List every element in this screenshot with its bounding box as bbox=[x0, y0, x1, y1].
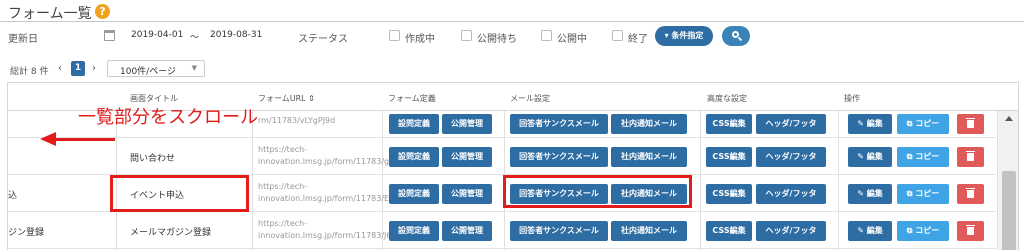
edit-button[interactable]: ✎ 編集 bbox=[848, 114, 892, 134]
internal-mail-button[interactable]: 社内通知メール bbox=[611, 147, 687, 167]
page-title: フォーム一覧 bbox=[8, 6, 92, 22]
publish-button[interactable]: 公開管理 bbox=[442, 147, 492, 167]
thanks-mail-button[interactable]: 回答者サンクスメール bbox=[510, 147, 608, 167]
status-checkbox-published[interactable] bbox=[541, 30, 552, 41]
css-button[interactable]: CSS編集 bbox=[706, 221, 752, 241]
status-label-published: 公開中 bbox=[557, 34, 587, 45]
delete-button[interactable] bbox=[957, 147, 984, 167]
css-button[interactable]: CSS編集 bbox=[706, 147, 752, 167]
status-checkbox-draft[interactable] bbox=[389, 30, 400, 41]
definition-button[interactable]: 設問定義 bbox=[389, 184, 439, 204]
copy-button[interactable]: ⧉ コピー bbox=[897, 147, 949, 167]
current-page[interactable]: 1 bbox=[71, 61, 85, 76]
copy-button[interactable]: ⧉ コピー bbox=[897, 114, 949, 134]
publish-button[interactable]: 公開管理 bbox=[442, 114, 492, 134]
publish-button[interactable]: 公開管理 bbox=[442, 221, 492, 241]
form-url[interactable]: https://tech-innovation.lmsg.jp/form/117… bbox=[258, 218, 424, 242]
trash-icon bbox=[967, 120, 974, 128]
form-title: 問い合わせ bbox=[130, 154, 176, 164]
definition-button[interactable]: 設問定義 bbox=[389, 114, 439, 134]
header-mail: メール設定 bbox=[510, 94, 550, 103]
header-footer-button[interactable]: ヘッダ/フッタ bbox=[756, 114, 826, 134]
pager: 総計 8 件 ‹ 1 › 100件/ページ ▼ bbox=[0, 58, 1024, 80]
status-label-ended: 終了 bbox=[628, 34, 648, 45]
header-definition: フォーム定義 bbox=[388, 94, 436, 103]
page-header: フォーム一覧 ? bbox=[0, 0, 1024, 22]
definition-button[interactable]: 設問定義 bbox=[389, 221, 439, 241]
internal-mail-button[interactable]: 社内通知メール bbox=[611, 221, 687, 241]
form-url[interactable]: rm/11783/vLYgPJ9d bbox=[258, 115, 382, 127]
date-from-input[interactable]: 2019-04-01 bbox=[131, 30, 183, 40]
css-button[interactable]: CSS編集 bbox=[706, 184, 752, 204]
edit-button[interactable]: ✎ 編集 bbox=[848, 221, 892, 241]
thanks-mail-button[interactable]: 回答者サンクスメール bbox=[510, 114, 608, 134]
status-checkbox-ended[interactable] bbox=[612, 30, 623, 41]
header-footer-button[interactable]: ヘッダ/フッタ bbox=[756, 221, 826, 241]
per-page-select[interactable]: 100件/ページ ▼ bbox=[107, 60, 205, 77]
form-name-partial: 込 bbox=[8, 191, 18, 201]
date-separator: ～ bbox=[190, 33, 200, 43]
internal-mail-button[interactable]: 社内通知メール bbox=[611, 114, 687, 134]
status-label-draft: 作成中 bbox=[405, 34, 435, 45]
next-page-icon[interactable]: › bbox=[92, 63, 96, 74]
chevron-down-icon: ▼ bbox=[191, 64, 197, 72]
prev-page-icon[interactable]: ‹ bbox=[58, 63, 62, 74]
scroll-up-icon[interactable] bbox=[1005, 116, 1013, 121]
status-label: ステータス bbox=[298, 34, 348, 45]
trash-icon bbox=[967, 190, 974, 198]
publish-button[interactable]: 公開管理 bbox=[442, 184, 492, 204]
status-checkbox-pending[interactable] bbox=[461, 30, 472, 41]
condition-button[interactable]: ▾ 条件指定 bbox=[655, 26, 713, 46]
edit-button[interactable]: ✎ 編集 bbox=[848, 184, 892, 204]
highlight-event-title bbox=[110, 175, 249, 212]
header-url[interactable]: フォームURL ⇕ bbox=[258, 93, 315, 104]
header-footer-button[interactable]: ヘッダ/フッタ bbox=[756, 184, 826, 204]
edit-button[interactable]: ✎ 編集 bbox=[848, 147, 892, 167]
scroll-thumb[interactable] bbox=[1002, 171, 1016, 250]
table-row: 問い合わせ https://tech-innovation.lmsg.jp/fo… bbox=[8, 138, 996, 175]
copy-button[interactable]: ⧉ コピー bbox=[897, 221, 949, 241]
filter-bar: 更新日 2019-04-01 ～ 2019-08-31 ステータス 作成中 公開… bbox=[0, 26, 1024, 48]
table-row: ジン登録 メールマガジン登録 https://tech-innovation.l… bbox=[8, 212, 996, 249]
delete-button[interactable] bbox=[957, 184, 984, 204]
thanks-mail-button[interactable]: 回答者サンクスメール bbox=[510, 221, 608, 241]
form-url[interactable]: https://tech-innovation.lmsg.jp/form/117… bbox=[258, 144, 424, 168]
header-footer-button[interactable]: ヘッダ/フッタ bbox=[756, 147, 826, 167]
total-count: 総計 8 件 bbox=[10, 67, 49, 77]
trash-icon bbox=[967, 227, 974, 235]
arrow-left-icon bbox=[55, 138, 115, 141]
arrow-head-icon bbox=[40, 132, 56, 146]
trash-icon bbox=[967, 153, 974, 161]
per-page-value: 100件/ページ bbox=[120, 67, 177, 77]
date-label: 更新日 bbox=[8, 34, 38, 45]
header-actions: 操作 bbox=[844, 94, 860, 103]
delete-button[interactable] bbox=[957, 114, 984, 134]
calendar-icon[interactable] bbox=[104, 30, 115, 41]
help-icon[interactable]: ? bbox=[95, 4, 110, 19]
form-name-partial: ジン登録 bbox=[8, 228, 45, 238]
status-label-pending: 公開待ち bbox=[477, 34, 517, 45]
form-title: メールマガジン登録 bbox=[130, 228, 212, 238]
copy-button[interactable]: ⧉ コピー bbox=[897, 184, 949, 204]
css-button[interactable]: CSS編集 bbox=[706, 114, 752, 134]
title-divider bbox=[0, 21, 1024, 22]
search-button[interactable] bbox=[722, 26, 750, 46]
table-scrollbar[interactable] bbox=[997, 111, 1018, 250]
highlight-mail-buttons bbox=[503, 175, 692, 208]
form-url[interactable]: https://tech-innovation.lmsg.jp/form/117… bbox=[258, 181, 428, 205]
definition-button[interactable]: 設問定義 bbox=[389, 147, 439, 167]
scroll-annotation: 一覧部分をスクロール bbox=[78, 107, 258, 128]
header-advanced: 高度な設定 bbox=[707, 94, 747, 103]
date-to-input[interactable]: 2019-08-31 bbox=[210, 30, 262, 40]
delete-button[interactable] bbox=[957, 221, 984, 241]
